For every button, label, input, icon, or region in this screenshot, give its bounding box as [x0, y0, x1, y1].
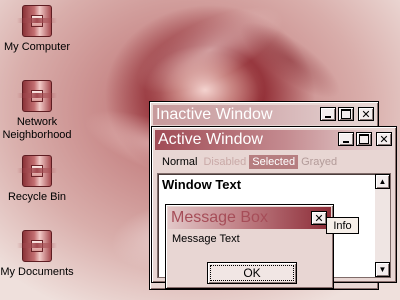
menu-item-selected[interactable]: Selected	[249, 155, 299, 169]
menu-bar: Normal Disabled Selected Grayed	[159, 155, 340, 169]
documents-icon	[17, 230, 57, 262]
close-icon: ✕	[379, 132, 389, 146]
desktop-icon-my-documents[interactable]: My Documents	[0, 230, 80, 279]
close-icon: ✕	[361, 107, 371, 121]
computer-icon	[17, 5, 57, 37]
arrow-up-icon: ▲	[378, 177, 387, 186]
window-text: Window Text	[162, 177, 242, 192]
menu-item-grayed: Grayed	[301, 156, 338, 168]
minimize-icon	[325, 116, 331, 118]
maximize-button[interactable]	[338, 107, 354, 121]
desktop-icon-network-neighborhood[interactable]: Network Neighborhood	[0, 80, 80, 142]
inactive-window-titlebar[interactable]: Inactive Window ✕	[153, 105, 375, 125]
caption-buttons: ✕	[338, 132, 392, 146]
active-window-title: Active Window	[158, 131, 263, 148]
close-button[interactable]: ✕	[376, 132, 392, 146]
scroll-up-button[interactable]: ▲	[375, 174, 390, 189]
message-box[interactable]: Message Box ✕ Message Text OK	[165, 204, 334, 289]
network-icon	[17, 80, 57, 112]
desktop-icon-label: My Computer	[3, 41, 71, 53]
close-icon: ✕	[314, 211, 324, 225]
maximize-icon	[341, 109, 351, 119]
vertical-scrollbar[interactable]: ▲ ▼	[375, 174, 390, 277]
minimize-button[interactable]	[338, 132, 354, 146]
close-button[interactable]: ✕	[358, 107, 374, 121]
maximize-icon	[359, 134, 369, 144]
menu-item-normal[interactable]: Normal	[159, 155, 200, 169]
message-box-titlebar[interactable]: Message Box ✕	[168, 207, 331, 229]
inactive-window-title: Inactive Window	[156, 106, 273, 123]
menu-item-disabled: Disabled	[203, 156, 247, 168]
message-box-title: Message Box	[171, 209, 268, 226]
desktop-icon-label: Recycle Bin	[7, 191, 67, 203]
desktop-icon-my-computer[interactable]: My Computer	[0, 5, 80, 54]
recycle-bin-icon	[17, 155, 57, 187]
arrow-down-icon: ▼	[378, 265, 387, 274]
desktop-icon-label: Network Neighborhood	[2, 116, 72, 141]
caption-buttons: ✕	[309, 211, 327, 225]
minimize-icon	[343, 141, 349, 143]
ok-button[interactable]: OK	[207, 262, 297, 284]
tooltip: Info	[326, 217, 359, 234]
minimize-button[interactable]	[320, 107, 336, 121]
desktop-icon-label: My Documents	[0, 266, 74, 278]
message-text: Message Text	[172, 233, 240, 245]
maximize-button[interactable]	[356, 132, 372, 146]
caption-buttons: ✕	[320, 107, 374, 121]
close-button[interactable]: ✕	[311, 211, 327, 225]
active-window-titlebar[interactable]: Active Window ✕	[155, 130, 393, 150]
scroll-down-button[interactable]: ▼	[375, 262, 390, 277]
desktop-icon-recycle-bin[interactable]: Recycle Bin	[0, 155, 80, 204]
